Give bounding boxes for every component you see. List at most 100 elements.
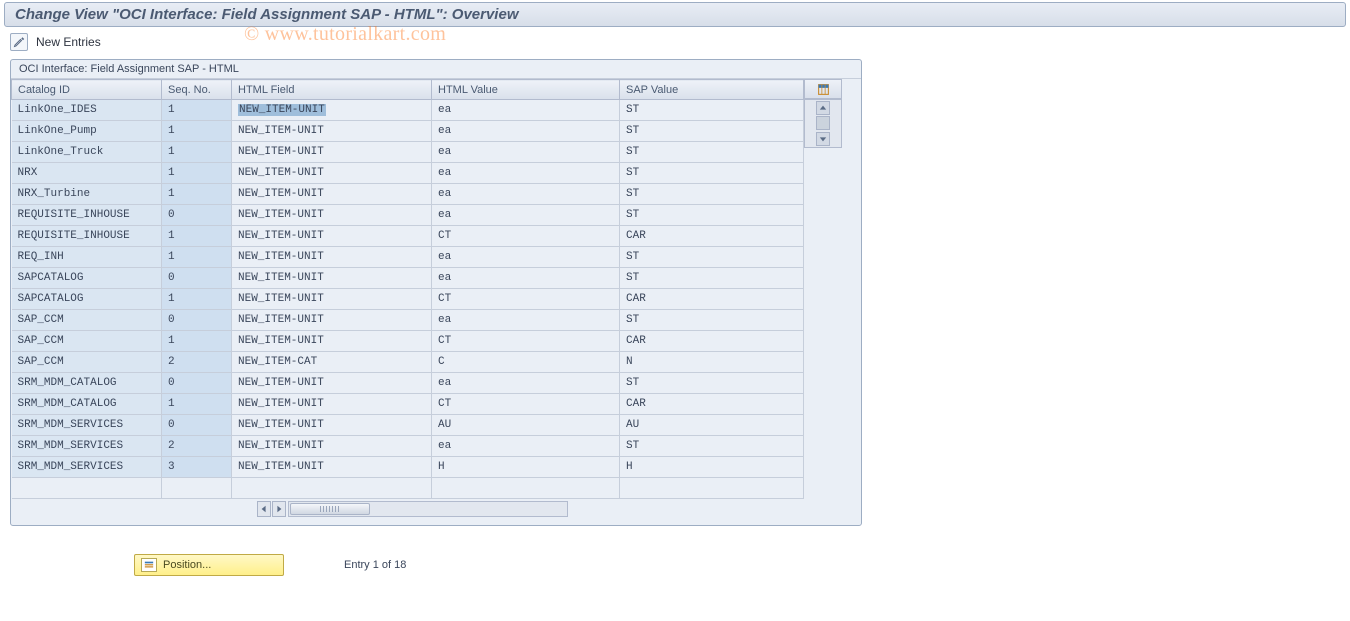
cell-catalog-id[interactable]: NRX_Turbine (12, 184, 162, 205)
cell-html-field[interactable]: NEW_ITEM-UNIT (232, 121, 432, 142)
cell-catalog-id[interactable]: REQUISITE_INHOUSE (12, 226, 162, 247)
cell-seq-no[interactable]: 0 (162, 268, 232, 289)
cell-html-value[interactable]: ea (432, 184, 620, 205)
scroll-thumb[interactable] (816, 116, 830, 130)
table-row[interactable]: SRM_MDM_SERVICES3NEW_ITEM-UNITHH (12, 457, 804, 478)
table-row[interactable]: SRM_MDM_CATALOG1NEW_ITEM-UNITCTCAR (12, 394, 804, 415)
vertical-scrollbar[interactable] (804, 99, 842, 148)
cell-seq-no[interactable]: 1 (162, 100, 232, 121)
cell-catalog-id[interactable]: SRM_MDM_SERVICES (12, 436, 162, 457)
col-html-field[interactable]: HTML Field (232, 80, 432, 100)
table-row[interactable]: SAPCATALOG0NEW_ITEM-UNITeaST (12, 268, 804, 289)
cell-html-field[interactable]: NEW_ITEM-UNIT (232, 457, 432, 478)
cell-html-field[interactable]: NEW_ITEM-UNIT (232, 310, 432, 331)
table-row[interactable]: SAP_CCM0NEW_ITEM-UNITeaST (12, 310, 804, 331)
hscroll-thumb[interactable] (290, 503, 370, 515)
cell-catalog-id[interactable]: LinkOne_Pump (12, 121, 162, 142)
cell-sap-value[interactable]: ST (620, 100, 804, 121)
cell-catalog-id[interactable]: SAPCATALOG (12, 268, 162, 289)
cell-catalog-id[interactable]: SRM_MDM_SERVICES (12, 457, 162, 478)
cell-sap-value[interactable]: ST (620, 163, 804, 184)
cell-sap-value[interactable]: ST (620, 142, 804, 163)
scroll-up-button[interactable] (816, 101, 830, 115)
display-change-toggle-button[interactable] (10, 33, 28, 51)
cell-sap-value[interactable]: CAR (620, 226, 804, 247)
cell-html-field[interactable]: NEW_ITEM-UNIT (232, 289, 432, 310)
cell-html-value[interactable]: ea (432, 163, 620, 184)
table-row[interactable]: SRM_MDM_CATALOG0NEW_ITEM-UNITeaST (12, 373, 804, 394)
cell-html-field[interactable]: NEW_ITEM-UNIT (232, 100, 432, 121)
cell-sap-value[interactable]: CAR (620, 289, 804, 310)
cell-catalog-id[interactable]: NRX (12, 163, 162, 184)
cell-catalog-id[interactable]: SAP_CCM (12, 352, 162, 373)
cell-seq-no[interactable]: 1 (162, 331, 232, 352)
cell-sap-value[interactable]: ST (620, 205, 804, 226)
table-row[interactable]: LinkOne_Pump1NEW_ITEM-UNITeaST (12, 121, 804, 142)
cell-sap-value[interactable]: ST (620, 310, 804, 331)
horizontal-scrollbar[interactable] (288, 501, 568, 517)
cell-seq-no[interactable]: 0 (162, 310, 232, 331)
cell-seq-no[interactable]: 1 (162, 142, 232, 163)
cell-html-value[interactable]: AU (432, 415, 620, 436)
cell-html-field[interactable]: NEW_ITEM-UNIT (232, 226, 432, 247)
position-button[interactable]: Position... (134, 554, 284, 576)
col-catalog-id[interactable]: Catalog ID (12, 80, 162, 100)
cell-sap-value[interactable]: ST (620, 436, 804, 457)
cell-sap-value[interactable]: N (620, 352, 804, 373)
cell-html-value[interactable]: CT (432, 394, 620, 415)
cell-html-field[interactable]: NEW_ITEM-UNIT (232, 142, 432, 163)
cell-catalog-id[interactable]: LinkOne_IDES (12, 100, 162, 121)
cell-seq-no[interactable]: 0 (162, 205, 232, 226)
cell-sap-value[interactable]: ST (620, 373, 804, 394)
col-html-value[interactable]: HTML Value (432, 80, 620, 100)
table-row[interactable]: SRM_MDM_SERVICES2NEW_ITEM-UNITeaST (12, 436, 804, 457)
cell-seq-no[interactable]: 1 (162, 394, 232, 415)
table-row-empty[interactable] (12, 478, 804, 499)
cell-html-field[interactable]: NEW_ITEM-UNIT (232, 163, 432, 184)
hscroll-right-button[interactable] (272, 501, 286, 517)
cell-sap-value[interactable]: ST (620, 121, 804, 142)
cell-html-value[interactable]: CT (432, 226, 620, 247)
cell-sap-value[interactable]: CAR (620, 331, 804, 352)
cell-catalog-id[interactable]: REQ_INH (12, 247, 162, 268)
table-row[interactable]: NRX_Turbine1NEW_ITEM-UNITeaST (12, 184, 804, 205)
cell-seq-no[interactable]: 2 (162, 436, 232, 457)
cell-html-field[interactable]: NEW_ITEM-UNIT (232, 184, 432, 205)
cell-html-value[interactable]: ea (432, 373, 620, 394)
cell-sap-value[interactable]: ST (620, 247, 804, 268)
new-entries-button[interactable]: New Entries (36, 35, 101, 49)
cell-html-value[interactable]: CT (432, 331, 620, 352)
table-row[interactable]: REQUISITE_INHOUSE1NEW_ITEM-UNITCTCAR (12, 226, 804, 247)
cell-html-value[interactable]: ea (432, 142, 620, 163)
cell-html-value[interactable]: ea (432, 121, 620, 142)
cell-seq-no[interactable]: 1 (162, 289, 232, 310)
cell-seq-no[interactable]: 1 (162, 247, 232, 268)
cell-html-value[interactable]: ea (432, 100, 620, 121)
table-settings-button[interactable] (804, 79, 842, 99)
cell-catalog-id[interactable]: SRM_MDM_CATALOG (12, 373, 162, 394)
cell-sap-value[interactable]: ST (620, 184, 804, 205)
table-row[interactable]: SAPCATALOG1NEW_ITEM-UNITCTCAR (12, 289, 804, 310)
scroll-down-button[interactable] (816, 132, 830, 146)
cell-html-field[interactable]: NEW_ITEM-UNIT (232, 436, 432, 457)
cell-catalog-id[interactable]: SRM_MDM_CATALOG (12, 394, 162, 415)
cell-seq-no[interactable]: 1 (162, 184, 232, 205)
cell-html-field[interactable]: NEW_ITEM-UNIT (232, 373, 432, 394)
cell-html-value[interactable]: ea (432, 310, 620, 331)
cell-seq-no[interactable]: 0 (162, 373, 232, 394)
cell-catalog-id[interactable]: SAP_CCM (12, 310, 162, 331)
cell-seq-no[interactable]: 1 (162, 121, 232, 142)
cell-html-field[interactable]: NEW_ITEM-CAT (232, 352, 432, 373)
col-seq-no[interactable]: Seq. No. (162, 80, 232, 100)
cell-html-field[interactable]: NEW_ITEM-UNIT (232, 331, 432, 352)
cell-sap-value[interactable]: H (620, 457, 804, 478)
cell-seq-no[interactable]: 1 (162, 226, 232, 247)
cell-seq-no[interactable]: 1 (162, 163, 232, 184)
cell-html-field[interactable]: NEW_ITEM-UNIT (232, 205, 432, 226)
cell-sap-value[interactable]: CAR (620, 394, 804, 415)
cell-html-value[interactable]: ea (432, 247, 620, 268)
table-row[interactable]: REQUISITE_INHOUSE0NEW_ITEM-UNITeaST (12, 205, 804, 226)
hscroll-left-button[interactable] (257, 501, 271, 517)
cell-sap-value[interactable]: ST (620, 268, 804, 289)
cell-catalog-id[interactable]: SAP_CCM (12, 331, 162, 352)
